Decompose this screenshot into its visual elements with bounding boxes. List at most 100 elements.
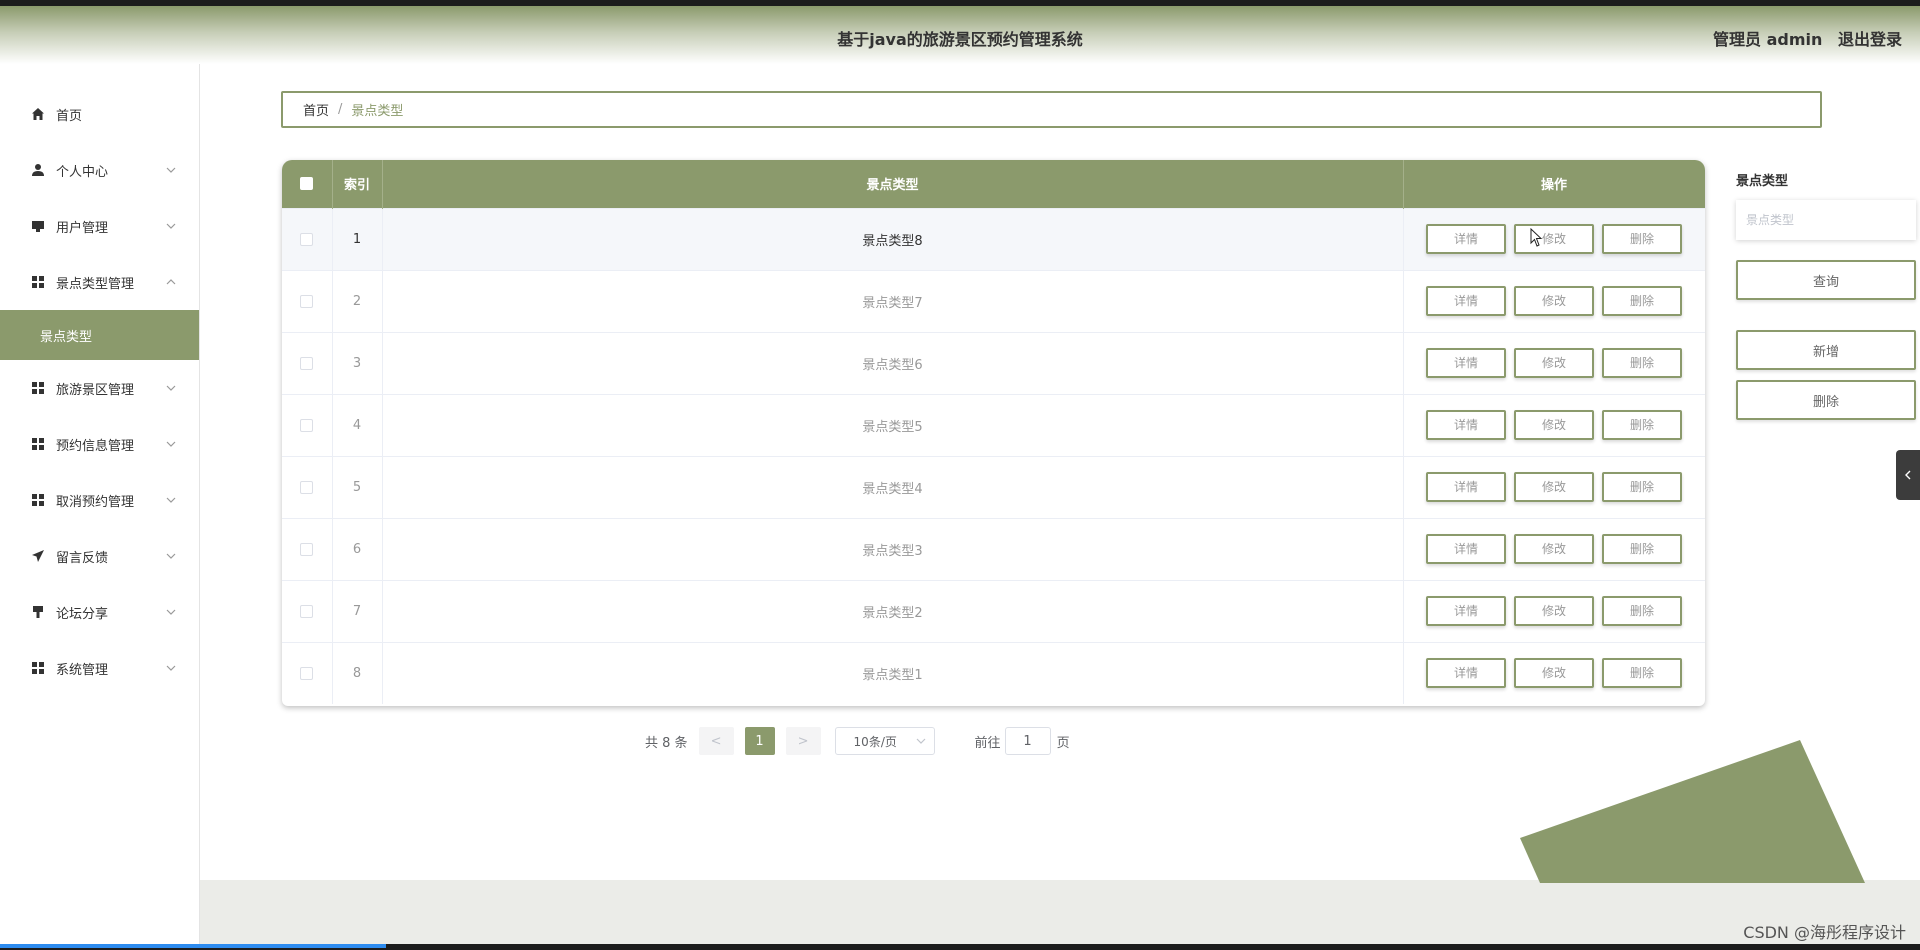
grid-icon — [30, 436, 46, 452]
sidebar-item-users[interactable]: 用户管理 — [0, 198, 199, 254]
select-all-cell — [282, 160, 333, 208]
sidebar-item-system[interactable]: 系统管理 — [0, 640, 199, 696]
row-checkbox[interactable] — [300, 294, 314, 308]
sidebar-item-label: 取消预约管理 — [56, 494, 135, 510]
edit-button[interactable]: 修改 — [1514, 596, 1594, 626]
decorative-shape — [1520, 740, 1865, 883]
sidebar-item-label: 用户管理 — [56, 220, 109, 236]
sidebar-item-booking-mgmt[interactable]: 预约信息管理 — [0, 416, 199, 472]
grid-icon — [30, 380, 46, 396]
goto-page-suffix: 页 — [1056, 735, 1070, 751]
column-header-actions: 操作 — [1403, 160, 1705, 208]
delete-button[interactable]: 删除 — [1602, 286, 1682, 316]
row-index: 8 — [332, 642, 383, 704]
table-row: 2 景点类型7 详情 修改 删除 — [282, 270, 1705, 332]
scenic-type-search-input[interactable] — [1736, 200, 1916, 240]
monitor-icon — [30, 218, 46, 234]
sidebar-subitem-scenic-type[interactable]: 景点类型 — [0, 310, 199, 360]
row-type-name: 景点类型2 — [382, 580, 1404, 642]
delete-button[interactable]: 删除 — [1602, 534, 1682, 564]
delete-button[interactable]: 删除 — [1602, 658, 1682, 689]
delete-button[interactable]: 删除 — [1602, 596, 1682, 626]
row-select-cell — [282, 642, 333, 704]
goto-page-input[interactable] — [1004, 727, 1051, 755]
page-number-button[interactable]: 1 — [744, 727, 775, 755]
edit-button[interactable]: 修改 — [1514, 224, 1594, 254]
breadcrumb-home-link[interactable]: 首页 — [303, 100, 329, 119]
prev-page-button[interactable]: < — [698, 727, 734, 755]
chevron-down-icon — [166, 385, 176, 391]
sidebar-item-forum[interactable]: 论坛分享 — [0, 584, 199, 640]
next-page-button[interactable]: > — [785, 727, 821, 755]
page-size-select[interactable]: 10条/页 — [834, 727, 935, 755]
column-header-type: 景点类型 — [382, 160, 1404, 208]
row-checkbox[interactable] — [300, 356, 314, 370]
row-index: 4 — [332, 394, 383, 456]
edit-button[interactable]: 修改 — [1514, 348, 1594, 378]
sidebar-item-label: 个人中心 — [56, 164, 109, 180]
row-type-name: 景点类型5 — [382, 394, 1404, 456]
table-row: 5 景点类型4 详情 修改 删除 — [282, 456, 1705, 518]
detail-button[interactable]: 详情 — [1426, 534, 1506, 564]
detail-button[interactable]: 详情 — [1426, 658, 1506, 689]
row-actions: 详情 修改 删除 — [1403, 270, 1705, 332]
row-checkbox[interactable] — [300, 604, 314, 618]
chevron-up-icon — [166, 279, 176, 285]
row-checkbox[interactable] — [300, 542, 314, 556]
edit-button[interactable]: 修改 — [1514, 286, 1594, 316]
edit-button[interactable]: 修改 — [1514, 410, 1594, 440]
row-actions: 详情 修改 删除 — [1403, 394, 1705, 456]
sidebar-item-label: 预约信息管理 — [56, 438, 135, 454]
table-row: 8 景点类型1 详情 修改 删除 — [282, 642, 1705, 704]
chevron-down-icon — [916, 738, 925, 744]
delete-button[interactable]: 删除 — [1602, 224, 1682, 254]
sidebar-item-scenic-area-mgmt[interactable]: 旅游景区管理 — [0, 360, 199, 416]
search-panel: 景点类型 查询 新增 删除 — [1736, 170, 1916, 420]
row-checkbox[interactable] — [300, 666, 314, 680]
row-actions: 详情 修改 删除 — [1403, 580, 1705, 642]
collapse-panel-tab[interactable] — [1896, 450, 1920, 500]
sidebar-item-label: 论坛分享 — [56, 606, 109, 622]
select-all-checkbox[interactable] — [300, 177, 314, 191]
watermark: CSDN @海彤程序设计 — [1743, 923, 1906, 942]
pagination-total: 共 8 条 — [645, 735, 688, 751]
sidebar-item-profile[interactable]: 个人中心 — [0, 142, 199, 198]
row-select-cell — [282, 456, 333, 518]
detail-button[interactable]: 详情 — [1426, 410, 1506, 440]
grid-icon — [30, 492, 46, 508]
logout-link[interactable]: 退出登录 — [1838, 30, 1902, 49]
row-type-name: 景点类型4 — [382, 456, 1404, 518]
detail-button[interactable]: 详情 — [1426, 224, 1506, 254]
edit-button[interactable]: 修改 — [1514, 534, 1594, 564]
sidebar-item-feedback[interactable]: 留言反馈 — [0, 528, 199, 584]
detail-button[interactable]: 详情 — [1426, 596, 1506, 626]
row-actions: 详情 修改 删除 — [1403, 332, 1705, 394]
delete-button[interactable]: 删除 — [1602, 410, 1682, 440]
row-checkbox[interactable] — [300, 232, 314, 246]
row-index: 5 — [332, 456, 383, 518]
batch-delete-button[interactable]: 删除 — [1736, 380, 1916, 420]
pagination: 共 8 条 < 1 > 10条/页 前往 页 — [645, 727, 1070, 755]
edit-button[interactable]: 修改 — [1514, 472, 1594, 502]
row-type-name: 景点类型6 — [382, 332, 1404, 394]
row-checkbox[interactable] — [300, 480, 314, 494]
sidebar-item-scenic-type-mgmt[interactable]: 景点类型管理 — [0, 254, 199, 310]
delete-button[interactable]: 删除 — [1602, 348, 1682, 378]
sidebar-item-label: 留言反馈 — [56, 550, 109, 566]
detail-button[interactable]: 详情 — [1426, 472, 1506, 502]
row-select-cell — [282, 580, 333, 642]
add-button[interactable]: 新增 — [1736, 330, 1916, 370]
chevron-down-icon — [166, 497, 176, 503]
edit-button[interactable]: 修改 — [1514, 658, 1594, 689]
detail-button[interactable]: 详情 — [1426, 286, 1506, 316]
detail-button[interactable]: 详情 — [1426, 348, 1506, 378]
row-type-name: 景点类型1 — [382, 642, 1404, 704]
sidebar-item-home[interactable]: 首页 — [0, 86, 199, 142]
query-button[interactable]: 查询 — [1736, 260, 1916, 300]
delete-button[interactable]: 删除 — [1602, 472, 1682, 502]
sidebar-item-cancel-mgmt[interactable]: 取消预约管理 — [0, 472, 199, 528]
chevron-left-icon — [1905, 470, 1911, 480]
row-select-cell — [282, 518, 333, 580]
breadcrumb-separator: / — [338, 102, 343, 117]
row-checkbox[interactable] — [300, 418, 314, 432]
